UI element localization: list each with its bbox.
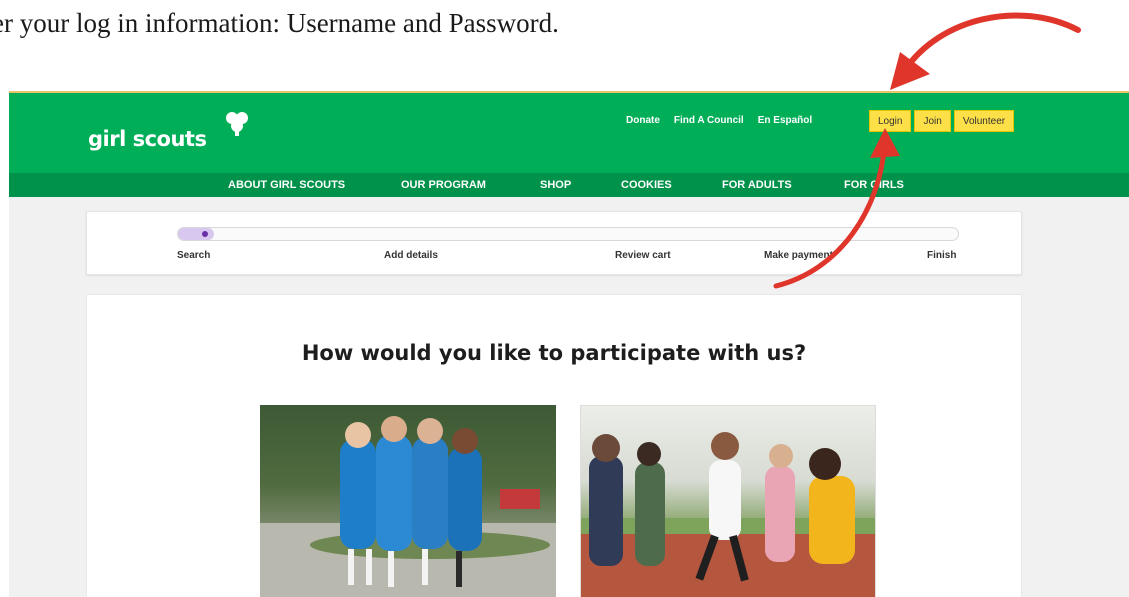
volunteer-button[interactable]: Volunteer	[953, 110, 1015, 132]
girl-scouts-logo[interactable]: girl scouts	[88, 127, 207, 151]
trefoil-icon	[226, 112, 248, 136]
website-screenshot: girl scouts Donate Find A Council En Esp…	[9, 91, 1129, 597]
join-button[interactable]: Join	[914, 110, 951, 132]
step-make-payment: Make payment	[764, 250, 833, 261]
step-add-details: Add details	[384, 250, 438, 261]
find-a-council-link[interactable]: Find A Council	[674, 115, 744, 126]
progress-track	[177, 227, 959, 241]
cheering-girls-image	[581, 432, 875, 597]
girl-member-photo[interactable]	[260, 405, 556, 597]
nav-for-girls[interactable]: FOR GIRLS	[844, 179, 904, 191]
auth-buttons: Login Join Volunteer	[869, 110, 1015, 132]
page-headline: How would you like to participate with u…	[301, 341, 807, 365]
nav-cookies[interactable]: COOKIES	[621, 179, 672, 191]
login-button[interactable]: Login	[869, 110, 912, 132]
step-review-cart: Review cart	[615, 250, 671, 261]
girls-in-uniform-image	[260, 416, 556, 597]
participation-card: How would you like to participate with u…	[86, 294, 1022, 597]
nav-our-program[interactable]: OUR PROGRAM	[401, 179, 486, 191]
top-arrow-curve	[902, 12, 1081, 73]
progress-card: Search Add details Review cart Make paym…	[86, 211, 1022, 275]
adult-volunteer-photo[interactable]	[580, 405, 876, 597]
en-espanol-link[interactable]: En Español	[758, 115, 812, 126]
top-arrow-head	[890, 52, 930, 90]
step-finish: Finish	[927, 250, 957, 261]
utility-links: Donate Find A Council En Español	[626, 115, 812, 126]
donate-link[interactable]: Donate	[626, 115, 660, 126]
progress-fill	[178, 228, 214, 240]
nav-shop[interactable]: SHOP	[540, 179, 571, 191]
site-header: girl scouts Donate Find A Council En Esp…	[9, 93, 1129, 173]
nav-about-girl-scouts[interactable]: ABOUT GIRL SCOUTS	[228, 179, 345, 191]
progress-marker	[201, 231, 208, 237]
main-nav: ABOUT GIRL SCOUTS OUR PROGRAM SHOP COOKI…	[9, 173, 1129, 197]
nav-for-adults[interactable]: FOR ADULTS	[722, 179, 792, 191]
step-search: Search	[177, 250, 211, 261]
instruction-caption: er your log in information: Username and…	[0, 8, 559, 38]
